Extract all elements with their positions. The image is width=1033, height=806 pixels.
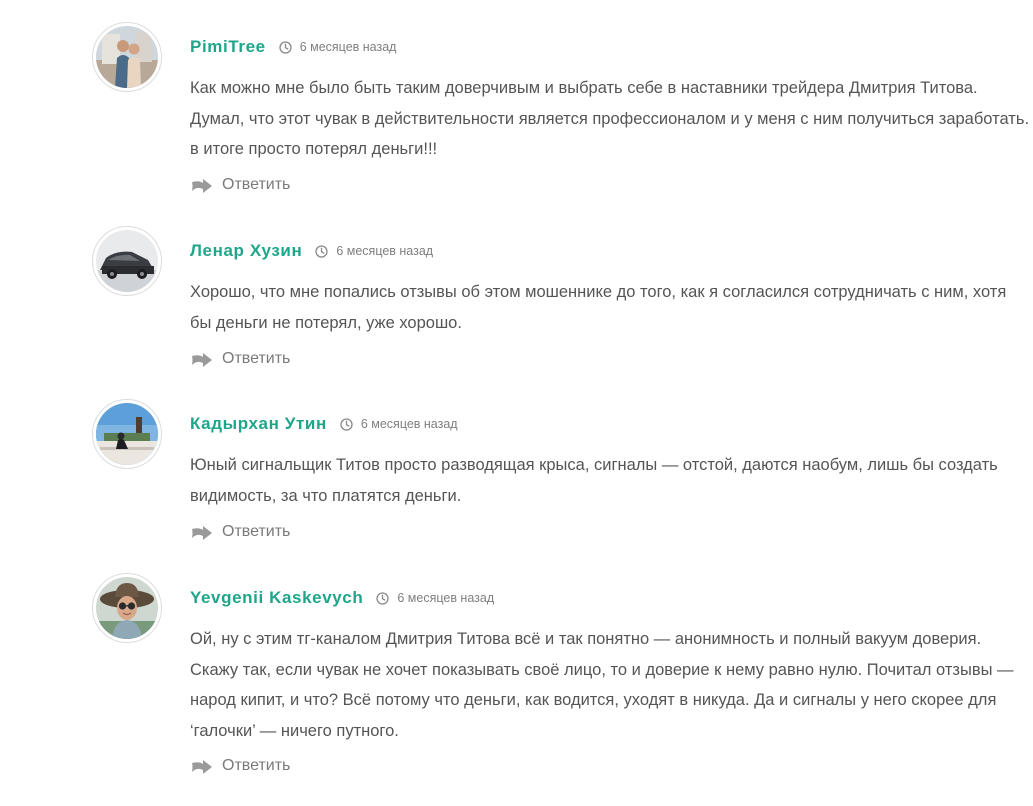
comment-item: Кадырхан Утин 6 месяцев назад Юный сигна… <box>92 399 1033 549</box>
clock-icon <box>315 244 328 258</box>
author-name[interactable]: Yevgenii Kaskevych <box>190 588 363 608</box>
comment-time: 6 месяцев назад <box>299 40 397 54</box>
comment-text: Ой, ну с этим тг-каналом Дмитрия Титова … <box>190 630 1014 740</box>
comment-time: 6 месяцев назад <box>360 417 458 431</box>
reply-label: Ответить <box>222 176 291 193</box>
reply-label: Ответить <box>222 757 291 774</box>
hat-portrait-icon <box>96 577 158 639</box>
comment-date[interactable]: 6 месяцев назад <box>340 417 458 431</box>
comment-item: PimiTree 6 месяцев назад Как можно мне б… <box>92 22 1033 202</box>
comment-text: Как можно мне было быть таким доверчивым… <box>190 79 1030 158</box>
comment-text: Юный сигнальщик Титов просто разводящая … <box>190 456 998 505</box>
reply-button[interactable]: Ответить <box>190 756 290 776</box>
avatar <box>92 226 162 296</box>
clock-icon <box>376 591 390 605</box>
reply-button[interactable]: Ответить <box>190 349 290 369</box>
comment-header: Ленар Хузин 6 месяцев назад <box>190 241 433 261</box>
comment-item: Yevgenii Kaskevych 6 месяцев назад Ой, н… <box>92 573 1033 783</box>
comment-header: Кадырхан Утин 6 месяцев назад <box>190 414 458 434</box>
person-photo-icon <box>96 26 158 88</box>
reply-button[interactable]: Ответить <box>190 175 290 195</box>
comment-header: Yevgenii Kaskevych 6 месяцев назад <box>190 588 494 608</box>
reply-button[interactable]: Ответить <box>190 522 290 542</box>
car-photo-icon <box>96 230 158 292</box>
reply-label: Ответить <box>222 523 291 540</box>
avatar <box>92 399 162 469</box>
comment-date[interactable]: 6 месяцев назад <box>279 40 397 54</box>
reply-arrow-icon <box>190 522 214 542</box>
clock-icon <box>279 40 292 54</box>
comment-header: PimiTree 6 месяцев назад <box>190 37 396 57</box>
comment-date[interactable]: 6 месяцев назад <box>376 591 494 605</box>
reply-arrow-icon <box>190 349 214 369</box>
comment-item: Ленар Хузин 6 месяцев назад Хорошо, что … <box>92 226 1033 376</box>
author-name[interactable]: Ленар Хузин <box>190 241 302 261</box>
comment-text: Хорошо, что мне попались отзывы об этом … <box>190 283 1007 332</box>
author-name[interactable]: PimiTree <box>190 37 266 57</box>
landscape-photo-icon <box>96 403 158 465</box>
comment-date[interactable]: 6 месяцев назад <box>315 244 433 258</box>
avatar <box>92 22 162 92</box>
reply-arrow-icon <box>190 175 214 195</box>
reply-label: Ответить <box>222 350 291 367</box>
author-name[interactable]: Кадырхан Утин <box>190 414 327 434</box>
comment-time: 6 месяцев назад <box>397 591 495 605</box>
avatar <box>92 573 162 643</box>
comment-time: 6 месяцев назад <box>336 244 434 258</box>
comments-list: PimiTree 6 месяцев назад Как можно мне б… <box>0 0 1033 806</box>
clock-icon <box>340 417 353 431</box>
reply-arrow-icon <box>190 756 214 776</box>
